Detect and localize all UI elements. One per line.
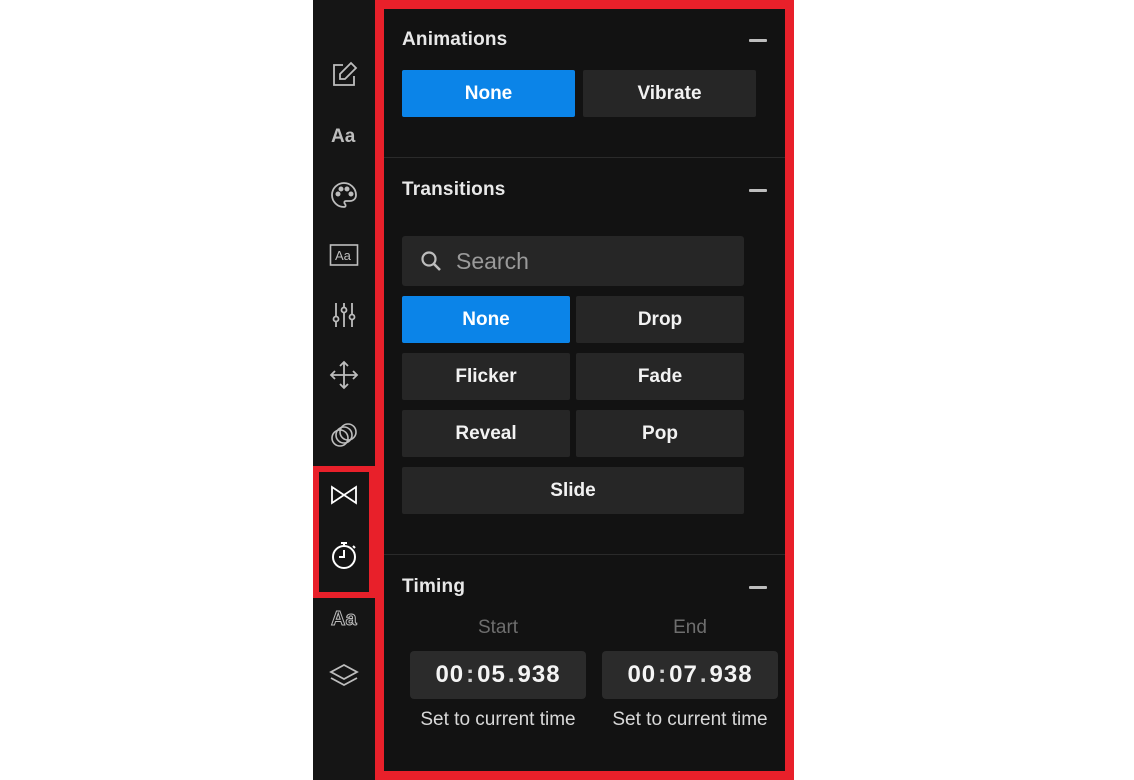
section-divider	[384, 554, 785, 555]
blend-icon[interactable]	[319, 410, 369, 460]
transition-option-reveal[interactable]: Reveal	[402, 410, 570, 457]
transition-option-pop[interactable]: Pop	[576, 410, 744, 457]
properties-panel: Animations None Vibrate Transitions None…	[375, 0, 794, 780]
timing-title: Timing	[402, 576, 466, 597]
transition-search[interactable]	[402, 236, 744, 286]
transition-option-drop[interactable]: Drop	[576, 296, 744, 343]
outline-text-icon[interactable]: Aa	[319, 592, 369, 642]
search-input[interactable]	[456, 247, 736, 275]
transitions-collapse-icon[interactable]	[749, 188, 767, 192]
animations-header: Animations	[402, 25, 767, 55]
transition-option-flicker[interactable]: Flicker	[402, 353, 570, 400]
timing-collapse-icon[interactable]	[749, 585, 767, 589]
transitions-title: Transitions	[402, 179, 506, 200]
end-time-field[interactable]: 00:07. 938	[602, 651, 778, 699]
transition-icon[interactable]	[319, 470, 369, 520]
sliders-icon[interactable]	[319, 290, 369, 340]
edit-icon[interactable]	[319, 50, 369, 100]
animations-collapse-icon[interactable]	[749, 38, 767, 42]
end-label: End	[673, 617, 707, 638]
layers-icon[interactable]	[319, 650, 369, 700]
end-millis: 938	[709, 661, 753, 688]
svg-text:Aa: Aa	[331, 608, 357, 630]
set-start-current-time[interactable]: Set to current time	[410, 709, 586, 731]
set-end-current-time[interactable]: Set to current time	[602, 709, 778, 731]
timing-end: End 00:07. 938 Set to current time	[602, 617, 778, 731]
svg-text:Aa: Aa	[335, 248, 352, 263]
end-seconds: 07	[669, 661, 698, 688]
timing-start: Start 00:05. 938 Set to current time	[410, 617, 586, 731]
start-millis: 938	[517, 661, 561, 688]
start-label: Start	[477, 617, 519, 638]
text-style-icon[interactable]: Aa	[319, 110, 369, 160]
section-divider	[384, 157, 785, 158]
palette-icon[interactable]	[319, 170, 369, 220]
text-box-icon[interactable]: Aa	[319, 230, 369, 280]
transition-option-slide[interactable]: Slide	[402, 467, 744, 514]
transitions-header: Transitions	[402, 175, 767, 205]
tool-rail: Aa Aa Aa	[313, 0, 375, 780]
search-icon	[421, 251, 441, 271]
timing-header: Timing	[402, 572, 767, 602]
transition-option-none[interactable]: None	[402, 296, 570, 343]
animations-title: Animations	[402, 29, 508, 50]
start-seconds: 05	[477, 661, 506, 688]
animation-option-vibrate[interactable]: Vibrate	[583, 70, 756, 117]
end-minutes: 00	[627, 661, 657, 688]
move-icon[interactable]	[319, 350, 369, 400]
animation-option-none[interactable]: None	[402, 70, 575, 117]
timer-icon[interactable]	[319, 530, 369, 580]
svg-text:Aa: Aa	[331, 126, 356, 147]
transition-option-fade[interactable]: Fade	[576, 353, 744, 400]
start-time-field[interactable]: 00:05. 938	[410, 651, 586, 699]
start-minutes: 00	[435, 661, 465, 688]
